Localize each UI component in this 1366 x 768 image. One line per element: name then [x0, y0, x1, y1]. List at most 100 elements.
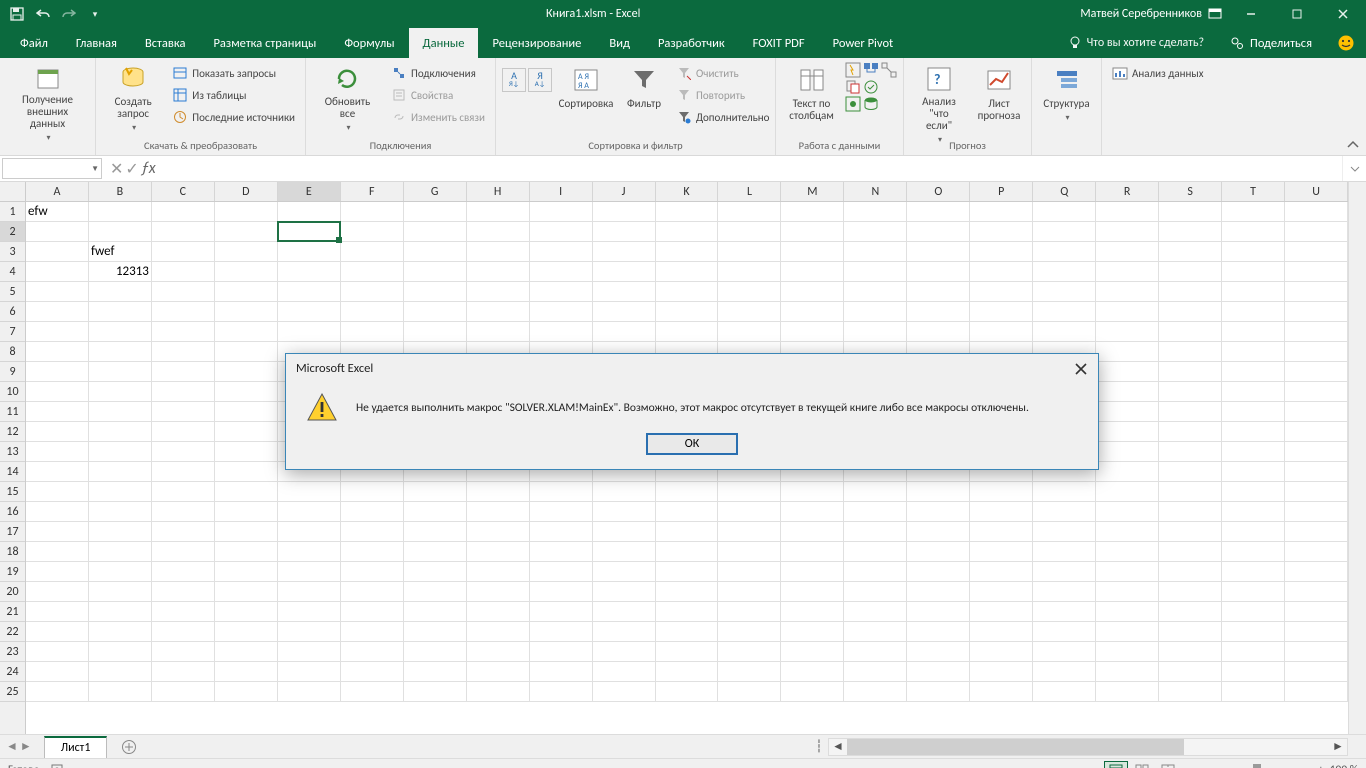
cell-U17[interactable]: [1285, 522, 1348, 542]
cell-R21[interactable]: [1096, 602, 1159, 622]
col-header-R[interactable]: R: [1096, 182, 1159, 201]
cell-T13[interactable]: [1222, 442, 1285, 462]
row-header-9[interactable]: 9: [0, 362, 25, 382]
cell-H2[interactable]: [467, 222, 530, 242]
cell-A8[interactable]: [26, 342, 89, 362]
consolidate-icon[interactable]: [863, 62, 879, 78]
cell-P21[interactable]: [970, 602, 1033, 622]
cell-G15[interactable]: [404, 482, 467, 502]
cell-C9[interactable]: [152, 362, 215, 382]
cell-I24[interactable]: [530, 662, 593, 682]
cell-A15[interactable]: [26, 482, 89, 502]
cell-U15[interactable]: [1285, 482, 1348, 502]
cell-R3[interactable]: [1096, 242, 1159, 262]
name-box[interactable]: ▼: [2, 158, 102, 179]
hscroll-left-icon[interactable]: ◄: [829, 738, 847, 756]
cell-K20[interactable]: [656, 582, 719, 602]
cell-C2[interactable]: [152, 222, 215, 242]
collapse-ribbon-icon[interactable]: [1344, 137, 1362, 153]
row-header-22[interactable]: 22: [0, 622, 25, 642]
cell-O23[interactable]: [907, 642, 970, 662]
formula-input[interactable]: [162, 156, 1342, 181]
cell-L5[interactable]: [718, 282, 781, 302]
cell-B7[interactable]: [89, 322, 152, 342]
col-header-N[interactable]: N: [844, 182, 907, 201]
cell-H1[interactable]: [467, 202, 530, 222]
cell-J24[interactable]: [593, 662, 656, 682]
vertical-scrollbar[interactable]: [1348, 182, 1366, 734]
cell-M20[interactable]: [781, 582, 844, 602]
cell-U9[interactable]: [1285, 362, 1348, 382]
col-header-B[interactable]: B: [89, 182, 152, 201]
cell-B21[interactable]: [89, 602, 152, 622]
cell-N6[interactable]: [844, 302, 907, 322]
cell-P15[interactable]: [970, 482, 1033, 502]
undo-icon[interactable]: [32, 3, 54, 25]
cell-T11[interactable]: [1222, 402, 1285, 422]
cell-K24[interactable]: [656, 662, 719, 682]
cell-T21[interactable]: [1222, 602, 1285, 622]
cell-S16[interactable]: [1159, 502, 1222, 522]
cell-I21[interactable]: [530, 602, 593, 622]
cell-E1[interactable]: [278, 202, 341, 222]
cell-R18[interactable]: [1096, 542, 1159, 562]
cell-T8[interactable]: [1222, 342, 1285, 362]
cell-B3[interactable]: fwef: [89, 242, 152, 262]
cell-F25[interactable]: [341, 682, 404, 702]
cell-H6[interactable]: [467, 302, 530, 322]
cell-L20[interactable]: [718, 582, 781, 602]
cell-D13[interactable]: [215, 442, 278, 462]
cell-O25[interactable]: [907, 682, 970, 702]
cell-S15[interactable]: [1159, 482, 1222, 502]
select-all-corner[interactable]: [0, 182, 26, 202]
cell-G17[interactable]: [404, 522, 467, 542]
cell-M2[interactable]: [781, 222, 844, 242]
cell-F5[interactable]: [341, 282, 404, 302]
cell-G6[interactable]: [404, 302, 467, 322]
forecast-sheet-button[interactable]: Лист прогноза: [972, 62, 1026, 134]
col-header-U[interactable]: U: [1285, 182, 1348, 201]
cell-U14[interactable]: [1285, 462, 1348, 482]
cell-E23[interactable]: [278, 642, 341, 662]
cell-B19[interactable]: [89, 562, 152, 582]
cell-F23[interactable]: [341, 642, 404, 662]
cell-R5[interactable]: [1096, 282, 1159, 302]
enter-formula-icon[interactable]: ✓: [125, 159, 138, 179]
cell-T9[interactable]: [1222, 362, 1285, 382]
cell-B17[interactable]: [89, 522, 152, 542]
cell-O17[interactable]: [907, 522, 970, 542]
tab-review[interactable]: Рецензирование: [478, 28, 595, 58]
tab-pagelayout[interactable]: Разметка страницы: [199, 28, 330, 58]
cell-N21[interactable]: [844, 602, 907, 622]
cell-B12[interactable]: [89, 422, 152, 442]
cell-C10[interactable]: [152, 382, 215, 402]
row-header-14[interactable]: 14: [0, 462, 25, 482]
cell-G3[interactable]: [404, 242, 467, 262]
col-header-A[interactable]: A: [26, 182, 89, 201]
cell-C1[interactable]: [152, 202, 215, 222]
sheet-nav[interactable]: ◄►: [0, 739, 38, 754]
cell-H4[interactable]: [467, 262, 530, 282]
cell-O2[interactable]: [907, 222, 970, 242]
cell-T3[interactable]: [1222, 242, 1285, 262]
cell-B25[interactable]: [89, 682, 152, 702]
cell-R4[interactable]: [1096, 262, 1159, 282]
cell-J19[interactable]: [593, 562, 656, 582]
cell-M7[interactable]: [781, 322, 844, 342]
cell-J5[interactable]: [593, 282, 656, 302]
cell-S2[interactable]: [1159, 222, 1222, 242]
sheet-next-icon[interactable]: ►: [20, 739, 32, 754]
cell-L7[interactable]: [718, 322, 781, 342]
cell-K23[interactable]: [656, 642, 719, 662]
cell-D10[interactable]: [215, 382, 278, 402]
cell-C8[interactable]: [152, 342, 215, 362]
cell-M19[interactable]: [781, 562, 844, 582]
cell-P5[interactable]: [970, 282, 1033, 302]
row-header-10[interactable]: 10: [0, 382, 25, 402]
cell-H5[interactable]: [467, 282, 530, 302]
cell-F19[interactable]: [341, 562, 404, 582]
cell-G20[interactable]: [404, 582, 467, 602]
cell-T23[interactable]: [1222, 642, 1285, 662]
cell-G21[interactable]: [404, 602, 467, 622]
cell-K17[interactable]: [656, 522, 719, 542]
